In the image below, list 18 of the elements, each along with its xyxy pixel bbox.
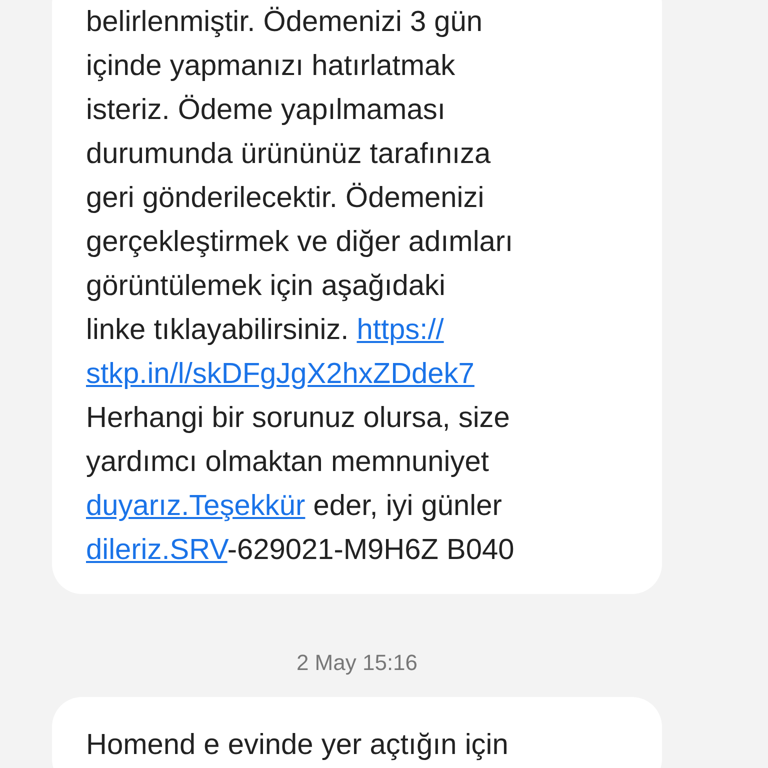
message-text: isteriz. Ödeme yapılmaması <box>86 94 446 126</box>
message-text: görüntülemek için aşağıdaki <box>86 270 446 302</box>
message-text: içinde yapmanızı hatırlatmak <box>86 50 456 82</box>
message-text: yardımcı olmaktan memnuniyet <box>86 446 489 478</box>
message-link[interactable]: duyarız.Teşekkür <box>86 490 306 522</box>
message-text: gerçekleştirmek ve diğer adımları <box>86 226 514 258</box>
message-text: linke tıklayabilirsiniz. <box>86 314 350 346</box>
message-link[interactable]: dileriz.SRV <box>86 534 228 566</box>
message-link[interactable]: stkp.in/l/skDFgJgX2hxZDdek7 <box>86 358 474 390</box>
message-timestamp: 2 May 15:16 <box>296 649 418 677</box>
message-text: belirlenmiştir. Ödemenizi 3 gün <box>86 6 483 38</box>
message-text: -629021-M9H6Z B040 <box>227 534 514 566</box>
message-text: Homend e evinde yer açtığın için <box>86 729 508 761</box>
message-text: Herhangi bir sorunuz olursa, size <box>86 402 510 434</box>
message-link[interactable]: https:// <box>356 314 444 346</box>
message-text: durumunda ürününüz tarafınıza <box>86 138 491 170</box>
message-text: eder, iyi günler <box>312 490 502 522</box>
message-text: geri gönderilecektir. Ödemenizi <box>86 182 484 214</box>
